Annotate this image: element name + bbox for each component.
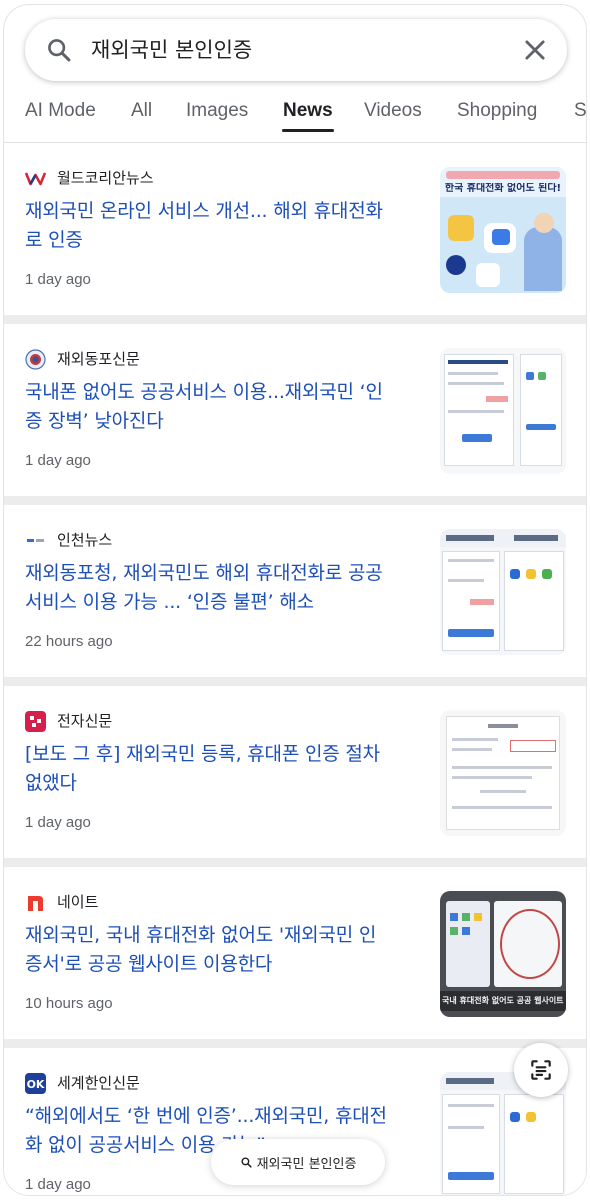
news-result[interactable]: 재외동포신문 국내폰 없어도 공공서비스 이용...재외국민 ‘인 증 장벽’ … <box>4 324 586 496</box>
tab-videos[interactable]: Videos <box>364 97 422 125</box>
tab-images[interactable]: Images <box>186 97 248 125</box>
active-tab-indicator <box>282 129 334 132</box>
headline-line: “해외에서도 ‘한 번에 인증’...재외국민, 휴대전 <box>25 1105 387 1127</box>
news-time: 10 hours ago <box>25 995 113 1012</box>
tab-more[interactable]: S <box>574 97 586 125</box>
thumbnail-caption: 국내 휴대전화 없어도 공공 웹사이트 이용 <box>442 996 566 1005</box>
round-emblem-logo-icon <box>25 348 46 370</box>
close-icon[interactable] <box>521 36 549 64</box>
news-headline[interactable]: 재외국민, 국내 휴대전화 없어도 '재외국민 인 증서'로 공공 웹사이트 이… <box>25 921 420 979</box>
source-name: 월드코리안뉴스 <box>57 169 154 187</box>
news-source: 인천뉴스 <box>25 529 112 551</box>
headline-line: 재외동포청, 재외국민도 해외 휴대전화로 공공 <box>25 562 383 584</box>
news-thumbnail[interactable] <box>440 529 566 655</box>
pill-query: 재외국민 본인인증 <box>256 1156 357 1172</box>
news-result[interactable]: 인천뉴스 재외동포청, 재외국민도 해외 휴대전화로 공공 서비스 이용 가능 … <box>4 505 586 677</box>
news-time: 1 day ago <box>25 814 91 831</box>
result-separator <box>4 858 586 867</box>
result-separator <box>4 677 586 686</box>
headline-line: 재외국민 온라인 서비스 개선... 해외 휴대전화 <box>25 200 383 222</box>
headline-line: 서비스 이용 가능 ... ‘인증 불편’ 해소 <box>25 591 314 613</box>
n-logo-icon <box>28 895 43 911</box>
source-name: 네이트 <box>57 893 99 911</box>
tab-all[interactable]: All <box>131 97 152 125</box>
tab-ai-mode[interactable]: AI Mode <box>25 97 96 125</box>
news-result[interactable]: 전자신문 [보도 그 후] 재외국민 등록, 휴대폰 인증 절차 없앴다 1 d… <box>4 686 586 858</box>
result-separator <box>4 496 586 505</box>
tab-news[interactable]: News <box>283 97 333 125</box>
news-time: 1 day ago <box>25 271 91 288</box>
lens-scan-button[interactable] <box>514 1043 568 1097</box>
source-name: 재외동포신문 <box>57 350 140 368</box>
headline-line: 재외국민, 국내 휴대전화 없어도 '재외국민 인 <box>25 924 377 946</box>
headline-line: 증서'로 공공 웹사이트 이용한다 <box>25 953 273 975</box>
headline-line: 증 장벽’ 낮아진다 <box>25 410 164 432</box>
small-text-logo-icon <box>27 538 44 542</box>
news-result[interactable]: 월드코리안뉴스 재외국민 온라인 서비스 개선... 해외 휴대전화 로 인증 … <box>4 143 586 315</box>
floating-search-pill[interactable]: 재외국민 본인인증 <box>211 1139 385 1185</box>
page-frame: 재외국민 본인인증 AI Mode All Images News Videos… <box>3 4 587 1196</box>
news-headline[interactable]: 국내폰 없어도 공공서비스 이용...재외국민 ‘인 증 장벽’ 낮아진다 <box>25 378 420 436</box>
news-results: 월드코리안뉴스 재외국민 온라인 서비스 개선... 해외 휴대전화 로 인증 … <box>4 143 586 1195</box>
ok-logo-icon: OK <box>25 1072 46 1094</box>
search-bar[interactable]: 재외국민 본인인증 <box>25 19 567 81</box>
svg-text:OK: OK <box>27 1078 45 1091</box>
lens-scan-icon <box>531 1060 551 1080</box>
search-input[interactable]: 재외국민 본인인증 <box>91 35 252 65</box>
w-logo-icon <box>25 172 46 185</box>
news-headline[interactable]: 재외국민 온라인 서비스 개선... 해외 휴대전화 로 인증 <box>25 197 420 255</box>
headline-line: [보도 그 후] 재외국민 등록, 휴대폰 인증 절차 <box>25 743 380 765</box>
source-name: 세계한인신문 <box>57 1074 140 1092</box>
news-source: OK 세계한인신문 <box>25 1072 140 1094</box>
search-tabs: AI Mode All Images News Videos Shopping … <box>4 87 586 143</box>
news-result[interactable]: 네이트 재외국민, 국내 휴대전화 없어도 '재외국민 인 증서'로 공공 웹사… <box>4 867 586 1039</box>
red-square-logo-icon <box>25 710 46 732</box>
thumbnail-caption: 한국 휴대전화 없어도 된다! <box>444 183 562 194</box>
source-name: 전자신문 <box>57 712 113 730</box>
news-thumbnail[interactable] <box>440 348 566 474</box>
news-time: 1 day ago <box>25 452 91 469</box>
search-icon <box>241 1156 252 1168</box>
result-separator <box>4 1039 586 1048</box>
tab-shopping[interactable]: Shopping <box>457 97 537 125</box>
headline-line: 로 인증 <box>25 229 83 251</box>
news-thumbnail[interactable]: 한국 휴대전화 없어도 된다! <box>440 167 566 293</box>
news-source: 월드코리안뉴스 <box>25 167 154 189</box>
headline-line: 국내폰 없어도 공공서비스 이용...재외국민 ‘인 <box>25 381 383 403</box>
news-time: 1 day ago <box>25 1176 91 1193</box>
search-icon <box>48 39 71 62</box>
news-thumbnail[interactable]: 국내 휴대전화 없어도 공공 웹사이트 이용 <box>440 891 566 1017</box>
result-separator <box>4 315 586 324</box>
news-time: 22 hours ago <box>25 633 113 650</box>
news-source: 재외동포신문 <box>25 348 140 370</box>
news-headline[interactable]: [보도 그 후] 재외국민 등록, 휴대폰 인증 절차 없앴다 <box>25 740 420 798</box>
news-thumbnail[interactable] <box>440 710 566 836</box>
news-headline[interactable]: 재외동포청, 재외국민도 해외 휴대전화로 공공 서비스 이용 가능 ... ‘… <box>25 559 420 617</box>
news-source: 네이트 <box>25 891 98 913</box>
source-name: 인천뉴스 <box>57 531 113 549</box>
news-source: 전자신문 <box>25 710 112 732</box>
headline-line: 없앴다 <box>25 772 77 794</box>
